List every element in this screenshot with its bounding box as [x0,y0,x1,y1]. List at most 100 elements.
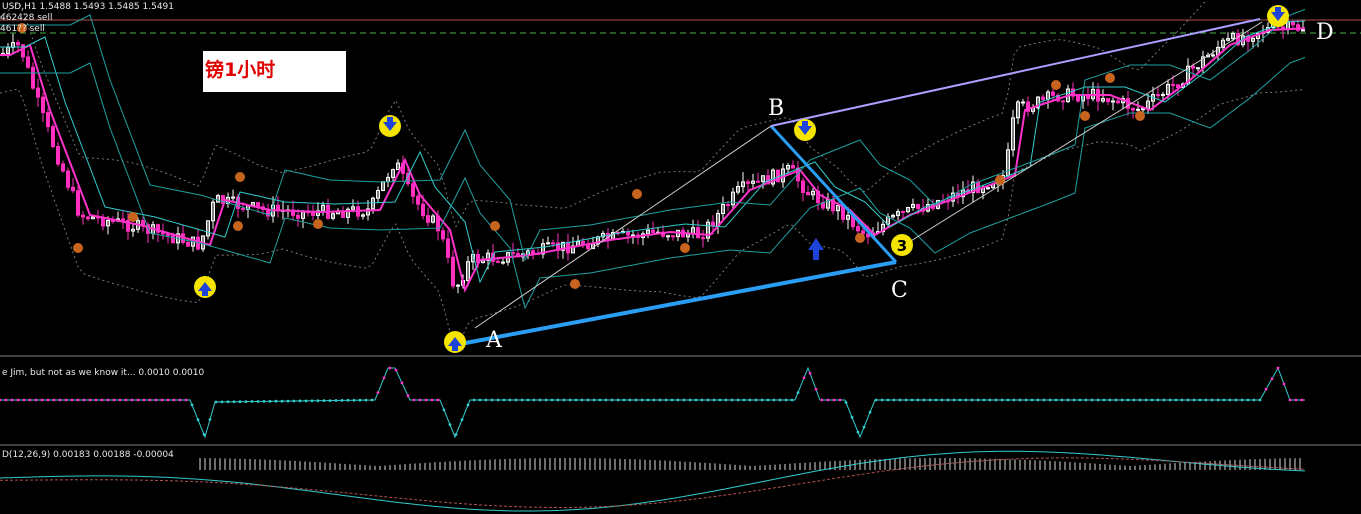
indicator-1-dot [64,398,68,402]
indicator-1-dot [400,381,404,385]
fractal-marker [313,219,323,229]
indicator-1-dot [604,398,608,402]
indicator-1-dot [670,398,674,402]
indicator-1-dot [778,398,782,402]
candle-body [121,218,125,221]
indicator-1-dot [904,398,908,402]
indicator-1-dot [790,398,794,402]
indicator-1-dot [1300,398,1304,402]
indicator-1-dot [196,418,200,422]
indicator-1-dot [382,376,386,380]
indicator-1-dot [994,398,998,402]
indicator-1-dot [610,398,614,402]
indicator-1-dot [448,423,452,427]
candle-body [531,250,535,255]
indicator-1-dot [520,398,524,402]
indicator-1-dot [838,398,842,402]
indicator-1-dot [256,400,260,403]
indicator-1-dot [1012,398,1016,402]
indicator-1-dot [826,398,830,402]
indicator-1-dot [862,425,866,429]
indicator-1-dot [118,398,122,402]
indicator-1-dot [1216,398,1220,402]
candle-body [51,126,55,147]
upper-band [0,0,1208,228]
indicator-1-dot [376,391,380,394]
indicator-1-dot [700,398,704,402]
indicator-1-dot [694,398,698,402]
chart-label-text: 镑1小时 [205,59,276,81]
fractal-marker [1135,111,1145,121]
indicator-1-dot [124,398,128,402]
indicator-1-dot [232,400,236,404]
candle-body [16,42,20,46]
candle-body [986,187,990,190]
lower-band [0,88,1303,351]
candle-body [501,261,505,264]
indicator-1-dot [712,398,716,402]
trendline-a-b [474,125,772,329]
macd-signal-line [0,457,1306,508]
indicator-1-dot [364,398,368,402]
indicator-1-dot [1192,398,1196,402]
candle-body [71,186,75,192]
indicator-1-dot [580,398,584,402]
indicator-1-dot [760,398,764,402]
wave-label-d: D [1316,20,1334,45]
candle-body [81,214,85,218]
indicator-1-dot [436,398,440,402]
candle-body [61,163,65,172]
fractal-marker [1105,73,1115,83]
indicator-1-dot [280,399,284,403]
indicator-1-dot [1222,398,1226,402]
indicator-1-dot [898,398,902,402]
indicator-1-dot [598,398,602,402]
indicator-1-dot [460,418,464,422]
candle-body [241,208,245,210]
fractal-marker [1051,80,1061,90]
indicator-1-dot [166,398,170,402]
indicator-1-dot [946,398,950,402]
indicator-1-dot [34,398,38,402]
indicator-1-dot [724,398,728,402]
trendline-a-c [454,260,897,347]
indicator-1-dot [310,399,314,403]
indicator-1-dot [814,387,818,391]
candle-body [296,214,300,219]
candle-body [586,244,590,249]
indicator-1-dot [370,398,374,402]
indicator-1-dot [358,398,362,402]
indicator-1-dot [1156,398,1160,402]
indicator-1-dot [940,398,944,402]
candle-body [916,204,920,209]
candle-body [701,237,705,240]
indicator-1-dot [1096,398,1100,402]
indicator-1-dot [646,398,650,402]
indicator-1-dot [664,398,668,402]
indicator-1-dot [490,398,494,402]
indicator-1-dot [184,398,188,402]
indicator-1-dot [676,398,680,402]
indicator-1-dot [322,399,326,402]
indicator-1-dot [418,398,422,402]
indicator-1-dot [244,400,248,403]
candle-body [426,215,430,223]
indicator-1-dot [1240,398,1244,402]
indicator-1-dot [718,398,722,402]
indicator-1-dot [1228,398,1232,402]
cyan-moving-average [0,20,1306,284]
indicator-1-dot [1036,398,1040,402]
candle-body [856,226,860,232]
indicator-1-dot [334,399,338,402]
candle-body [36,87,40,98]
candle-body [1116,100,1120,104]
fractal-marker [1080,111,1090,121]
indicator-1-title: e Jim, but not as we know it... 0.0010 0… [2,368,205,378]
candle-body [1161,94,1165,96]
indicator-1-dot [52,398,56,402]
indicator-1-dot [802,376,806,380]
indicator-1-dot [262,400,266,403]
candle-body [446,238,450,258]
indicator-2-title: D(12,26,9) 0.00183 0.00188 -0.00004 [2,450,174,460]
candle-body [1301,29,1305,32]
